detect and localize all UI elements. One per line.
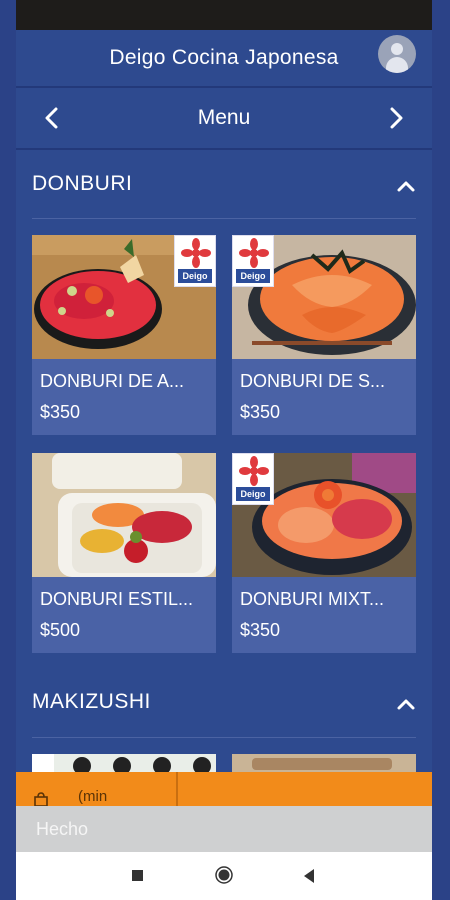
deigo-logo: Deigo (174, 235, 216, 287)
section-divider (32, 737, 416, 738)
menu-item-card[interactable] (32, 754, 216, 774)
logo-label: Deigo (236, 487, 270, 501)
food-image: Deigo (32, 235, 216, 359)
food-image (32, 754, 216, 774)
menu-nav-bar: Menu (16, 88, 432, 150)
food-image (32, 453, 216, 577)
item-name: DONBURI DE S... (240, 371, 386, 391)
food-image: Deigo (232, 235, 416, 359)
item-price: $350 (240, 402, 281, 422)
item-name: DONBURI MIXT... (240, 589, 385, 609)
food-image (232, 754, 416, 774)
status-bar (16, 0, 432, 30)
menu-item-card[interactable] (232, 754, 416, 774)
nav-title: Menu (197, 106, 251, 129)
done-bar[interactable]: Hecho (16, 806, 432, 852)
order-bar[interactable]: (min (16, 772, 432, 806)
section-title-donburi[interactable]: DONBURI (32, 172, 132, 196)
system-navigation-bar (16, 852, 432, 900)
back-icon[interactable] (302, 868, 316, 884)
chevron-up-icon[interactable] (396, 179, 416, 193)
min-order-label: (min (78, 788, 108, 805)
logo-label: Deigo (178, 269, 212, 283)
menu-item-card[interactable]: Deigo DONBURI DE S... $350 (232, 235, 416, 435)
recent-apps-icon[interactable] (132, 870, 143, 881)
deigo-logo: Deigo (232, 235, 274, 287)
menu-item-card[interactable]: Deigo DONBURI DE A... $350 (32, 235, 216, 435)
order-bar-separator (176, 772, 178, 806)
home-icon[interactable] (215, 866, 233, 884)
section-title-makizushi[interactable]: MAKIZUSHI (32, 690, 151, 714)
menu-item-card[interactable]: Deigo DONBURI MIXT... $350 (232, 453, 416, 653)
avatar-body (386, 57, 408, 73)
item-price: $350 (240, 620, 281, 640)
menu-item-card[interactable]: DONBURI ESTIL... $500 (32, 453, 216, 653)
deigo-logo: Deigo (232, 453, 274, 505)
item-price: $500 (40, 620, 81, 640)
avatar[interactable] (378, 35, 416, 73)
chevron-up-icon[interactable] (396, 697, 416, 711)
phone-screen: Deigo Cocina Japonesa Menu DONBURI Deigo… (16, 0, 432, 900)
app-bar: Deigo Cocina Japonesa (16, 30, 432, 88)
done-button-label: Hecho (36, 819, 89, 839)
app-title: Deigo Cocina Japonesa (109, 46, 339, 69)
shopping-bag-icon (34, 792, 48, 806)
food-image: Deigo (232, 453, 416, 577)
item-price: $350 (40, 402, 81, 422)
chevron-right-icon[interactable] (386, 106, 406, 130)
item-name: DONBURI DE A... (40, 371, 185, 391)
avatar-head (391, 43, 403, 55)
section-divider (32, 218, 416, 219)
item-name: DONBURI ESTIL... (40, 589, 194, 609)
logo-label: Deigo (236, 269, 270, 283)
